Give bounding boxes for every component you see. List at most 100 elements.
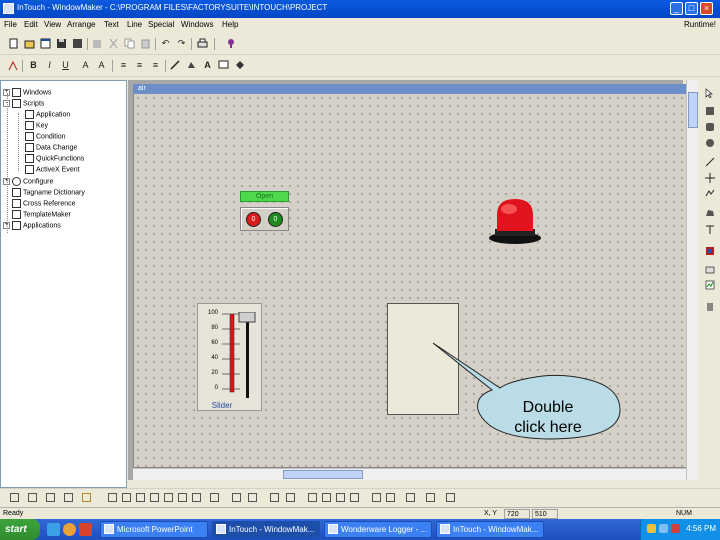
- tree-item-templatemaker[interactable]: TemplateMaker: [12, 210, 71, 219]
- polyline-tool-icon[interactable]: [705, 188, 715, 198]
- tree-item-activex-event[interactable]: ActiveX Event: [25, 165, 80, 174]
- tree-item-application[interactable]: Application: [25, 110, 70, 119]
- bold-icon[interactable]: B: [28, 60, 39, 71]
- tree-item-configure[interactable]: + Configure: [3, 177, 53, 186]
- align-tool-icon[interactable]: [28, 493, 37, 502]
- group-tool-icon[interactable]: [406, 493, 415, 502]
- group-tool-icon[interactable]: [372, 493, 381, 502]
- align-tool-icon[interactable]: [164, 493, 173, 502]
- print-icon[interactable]: [197, 38, 208, 49]
- rectangle-tool-icon[interactable]: [705, 106, 715, 116]
- button-tool-icon[interactable]: [705, 265, 715, 275]
- red-stop-button[interactable]: 0: [246, 212, 261, 227]
- align-right-icon[interactable]: ≡: [150, 60, 161, 71]
- group-tool-icon[interactable]: [386, 493, 395, 502]
- rotate-tool-icon[interactable]: [322, 493, 331, 502]
- expand-icon[interactable]: +: [3, 89, 10, 96]
- polygon-tool-icon[interactable]: [705, 208, 715, 218]
- tree-item-condition[interactable]: Condition: [25, 132, 66, 141]
- cut-icon[interactable]: [108, 38, 119, 49]
- scroll-thumb[interactable]: [688, 92, 698, 128]
- align-tool-icon[interactable]: [64, 493, 73, 502]
- object-size-icon[interactable]: [8, 60, 19, 71]
- underline-icon[interactable]: U: [60, 60, 71, 71]
- flip-tool-icon[interactable]: [336, 493, 345, 502]
- minimize-button[interactable]: _: [670, 2, 683, 15]
- redo-icon[interactable]: ↷: [176, 38, 187, 49]
- horizontal-scrollbar[interactable]: [133, 468, 686, 480]
- maximize-button[interactable]: □: [685, 2, 698, 15]
- pointer-tool-icon[interactable]: [446, 493, 455, 502]
- vertical-scrollbar[interactable]: [686, 80, 698, 480]
- pushbutton-group[interactable]: 0 0: [240, 207, 289, 231]
- align-tool-icon[interactable]: [150, 493, 159, 502]
- runtime-button[interactable]: Runtime!: [684, 20, 716, 29]
- quicklaunch-icon[interactable]: [63, 523, 76, 536]
- space-tool-icon[interactable]: [270, 493, 279, 502]
- layer-tool-icon[interactable]: [232, 493, 241, 502]
- text-color-icon[interactable]: A: [202, 60, 213, 71]
- tree-item-quickfunctions[interactable]: QuickFunctions: [25, 154, 84, 163]
- open-folder-icon[interactable]: [24, 38, 35, 49]
- open-status-label[interactable]: Open: [240, 191, 289, 202]
- align-tool-icon[interactable]: [122, 493, 131, 502]
- tree-item-scripts[interactable]: - Scripts: [3, 99, 44, 108]
- layer-tool-icon[interactable]: [248, 493, 257, 502]
- menu-arrange[interactable]: Arrange: [67, 20, 95, 29]
- tree-item-applications[interactable]: + Applications: [3, 221, 61, 230]
- close-button[interactable]: ×: [700, 2, 713, 15]
- taskbar-button-logger[interactable]: Wonderware Logger - ...: [324, 521, 432, 538]
- trend-tool-icon[interactable]: [705, 280, 715, 290]
- align-tool-icon[interactable]: [178, 493, 187, 502]
- menu-view[interactable]: View: [44, 20, 61, 29]
- tree-item-key[interactable]: Key: [25, 121, 48, 130]
- align-left-icon[interactable]: ≡: [118, 60, 129, 71]
- save-all-icon[interactable]: [72, 38, 83, 49]
- hv-line-tool-icon[interactable]: [705, 173, 715, 183]
- menu-windows[interactable]: Windows: [181, 20, 213, 29]
- slider-control[interactable]: 100 80 60 40 20 0 Slider: [197, 303, 262, 411]
- tree-item-data-change[interactable]: Data Change: [25, 143, 77, 152]
- pointer-tool-icon[interactable]: [705, 88, 715, 98]
- rotate-tool-icon[interactable]: [308, 493, 317, 502]
- undo-icon[interactable]: ↶: [160, 38, 171, 49]
- flip-tool-icon[interactable]: [350, 493, 359, 502]
- taskbar-button-windowmaker[interactable]: InTouch - WindowMak...: [212, 521, 320, 538]
- align-tool-icon[interactable]: [10, 493, 19, 502]
- tree-item-tagname-dictionary[interactable]: Tagname Dictionary: [12, 188, 85, 197]
- green-start-button[interactable]: 0: [268, 212, 283, 227]
- bitmap-tool-icon[interactable]: [705, 246, 715, 256]
- menu-special[interactable]: Special: [148, 20, 174, 29]
- line-tool-icon[interactable]: [705, 157, 715, 167]
- new-icon[interactable]: [8, 38, 19, 49]
- menu-file[interactable]: File: [4, 20, 17, 29]
- tree-item-windows[interactable]: + Windows: [3, 88, 51, 97]
- copy-icon[interactable]: [124, 38, 135, 49]
- align-tool-icon[interactable]: [46, 493, 55, 502]
- canvas-window-titlebar[interactable]: air: [133, 84, 688, 94]
- align-tool-icon[interactable]: [210, 493, 219, 502]
- rounded-rectangle-tool-icon[interactable]: [705, 122, 715, 132]
- italic-icon[interactable]: I: [44, 60, 55, 71]
- paste-icon[interactable]: [140, 38, 151, 49]
- tree-item-cross-reference[interactable]: Cross Reference: [12, 199, 76, 208]
- duplicate-icon[interactable]: [92, 38, 103, 49]
- taskbar-button-windowmaker-2[interactable]: InTouch - WindowMak...: [436, 521, 544, 538]
- tray-icon[interactable]: [659, 524, 668, 533]
- menu-text[interactable]: Text: [104, 20, 119, 29]
- collapse-icon[interactable]: -: [3, 100, 10, 107]
- group-tool-icon[interactable]: [426, 493, 435, 502]
- menu-edit[interactable]: Edit: [24, 20, 38, 29]
- scroll-thumb[interactable]: [283, 470, 363, 479]
- align-center-icon[interactable]: ≡: [134, 60, 145, 71]
- tray-icon[interactable]: [647, 524, 656, 533]
- pencil-icon[interactable]: [82, 493, 91, 502]
- start-button[interactable]: start: [0, 519, 40, 540]
- line-color-icon[interactable]: [170, 60, 181, 71]
- font-increase-icon[interactable]: A: [80, 60, 91, 71]
- alarm-light-icon[interactable]: [487, 195, 543, 247]
- align-tool-icon[interactable]: [136, 493, 145, 502]
- window-color-icon[interactable]: [218, 60, 229, 71]
- text-tool-icon[interactable]: [705, 225, 715, 235]
- font-decrease-icon[interactable]: A: [96, 60, 107, 71]
